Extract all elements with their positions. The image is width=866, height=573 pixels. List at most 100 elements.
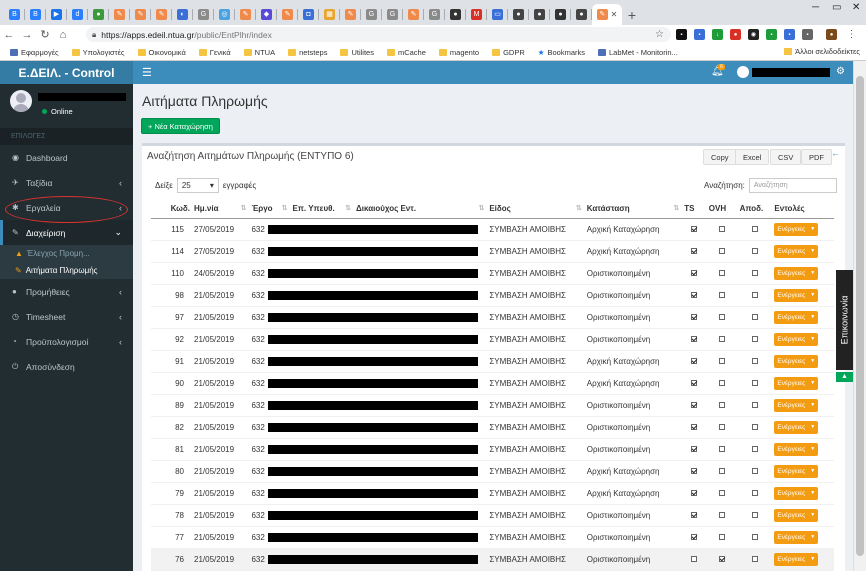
ts-checkbox[interactable] — [691, 336, 698, 343]
browser-tab[interactable]: G — [361, 4, 382, 25]
actions-button[interactable]: Ενέργειες ▼ — [774, 376, 819, 390]
gear-icon[interactable]: ⚙ — [836, 66, 845, 77]
browser-tab[interactable]: ▦ — [319, 4, 340, 25]
pdf-button[interactable]: PDF — [801, 149, 832, 165]
ovh-checkbox[interactable] — [719, 314, 726, 321]
table-row[interactable]: 78 21/05/2019 632 ΣΥΜΒΑΣΗ ΑΜΟΙΒΗΣ Οριστικοπο… — [151, 504, 834, 527]
browser-tab[interactable]: ● — [550, 4, 571, 25]
bookmark-item[interactable]: GDPR — [492, 48, 525, 57]
ts-checkbox[interactable] — [691, 512, 698, 519]
apod-checkbox[interactable] — [751, 292, 758, 299]
sort-icon[interactable]: ⇅ — [673, 204, 679, 212]
ts-checkbox[interactable] — [691, 358, 698, 365]
ts-checkbox[interactable] — [691, 402, 698, 409]
table-row[interactable]: 79 21/05/2019 632 ΣΥΜΒΑΣΗ ΑΜΟΙΒΗΣ Αρχική Κατ… — [151, 482, 834, 505]
browser-tab[interactable]: G — [382, 4, 403, 25]
extension-icon[interactable]: ▪ — [676, 29, 687, 40]
bookmark-item[interactable]: NTUA — [243, 48, 275, 57]
extension-icon[interactable]: ▪ — [766, 29, 777, 40]
ovh-checkbox[interactable] — [719, 490, 726, 497]
browser-tab[interactable]: ◘ — [298, 4, 319, 25]
bookmark-item[interactable]: Υπολογιστές — [71, 48, 125, 57]
browser-tab[interactable]: ▭ — [487, 4, 508, 25]
table-row[interactable]: 92 21/05/2019 632 ΣΥΜΒΑΣΗ ΑΜΟΙΒΗΣ Οριστικοπο… — [151, 328, 834, 351]
extension-icon[interactable]: ◉ — [748, 29, 759, 40]
page-length-select[interactable]: 25 ▾ — [176, 178, 219, 193]
ts-checkbox[interactable] — [691, 380, 698, 387]
browser-tab[interactable]: d — [67, 4, 88, 25]
ovh-checkbox[interactable] — [719, 424, 726, 431]
table-row[interactable]: 80 21/05/2019 632 ΣΥΜΒΑΣΗ ΑΜΟΙΒΗΣ Αρχική Κατ… — [151, 460, 834, 483]
table-row[interactable]: 76 21/05/2019 632 ΣΥΜΒΑΣΗ ΑΜΟΙΒΗΣ Οριστικοπο… — [151, 548, 834, 571]
apod-checkbox[interactable] — [751, 226, 758, 233]
bookmark-item[interactable]: Οικονομικά — [137, 48, 186, 57]
actions-button[interactable]: Ενέργειες ▼ — [774, 332, 819, 346]
column-header[interactable]: Κατάσταση ⇅ — [584, 199, 683, 219]
column-header[interactable]: Ημ.νία ⇅ — [192, 199, 250, 219]
bookmark-item[interactable]: netsteps — [288, 48, 327, 57]
sort-icon[interactable]: ⇅ — [345, 204, 351, 212]
bookmark-item[interactable]: Utilites — [340, 48, 374, 57]
sidebar-item-tag[interactable]: ● Προμήθειες ‹ — [0, 279, 133, 304]
browser-tab[interactable]: ✎ — [235, 4, 256, 25]
browser-tab[interactable]: ● — [88, 4, 109, 25]
reload-icon[interactable]: ↻ — [36, 28, 54, 41]
close-window-icon[interactable]: ✕ — [852, 2, 860, 13]
back-icon[interactable]: ← — [0, 29, 18, 41]
apod-checkbox[interactable] — [751, 556, 758, 563]
apod-checkbox[interactable] — [751, 248, 758, 255]
sidebar-item-plane[interactable]: ✈ Ταξίδια ‹ — [0, 170, 133, 195]
ovh-checkbox[interactable] — [719, 248, 726, 255]
ovh-checkbox[interactable] — [719, 468, 726, 475]
browser-tab[interactable]: ✎ — [277, 4, 298, 25]
actions-button[interactable]: Ενέργειες ▼ — [774, 464, 819, 478]
extension-icon[interactable]: ▪ — [802, 29, 813, 40]
browser-tab[interactable]: ✎ — [130, 4, 151, 25]
apod-checkbox[interactable] — [751, 402, 758, 409]
contact-side-tab[interactable]: Επικοινωνία ▲ — [836, 270, 853, 382]
user-name-redacted[interactable] — [752, 68, 830, 77]
other-bookmarks[interactable]: Άλλοι σελιδοδείκτες — [784, 47, 860, 56]
actions-button[interactable]: Ενέργειες ▼ — [774, 288, 819, 302]
ovh-checkbox[interactable] — [719, 226, 726, 233]
new-entry-button[interactable]: + Νέα Καταχώρηση — [141, 118, 220, 134]
apod-checkbox[interactable] — [751, 336, 758, 343]
bookmark-item[interactable]: Γενικά — [198, 48, 231, 57]
menu-dots-icon[interactable]: ⋮ — [846, 29, 857, 40]
table-row[interactable]: 82 21/05/2019 632 ΣΥΜΒΑΣΗ ΑΜΟΙΒΗΣ Οριστικοπο… — [151, 416, 834, 439]
browser-tab-active[interactable]: ✎ ✕ — [592, 4, 622, 25]
apod-checkbox[interactable] — [751, 358, 758, 365]
table-row[interactable]: 97 21/05/2019 632 ΣΥΜΒΑΣΗ ΑΜΟΙΒΗΣ Οριστικοπο… — [151, 306, 834, 329]
ovh-checkbox[interactable] — [719, 270, 726, 277]
bookmark-item[interactable]: LabMet - Monitorin... — [598, 48, 678, 57]
browser-tab[interactable]: B — [4, 4, 25, 25]
apod-checkbox[interactable] — [751, 314, 758, 321]
ovh-checkbox[interactable] — [719, 512, 726, 519]
actions-button[interactable]: Ενέργειες ▼ — [774, 266, 819, 280]
minimize-icon[interactable]: ─ — [812, 2, 819, 13]
browser-tab[interactable]: ● — [445, 4, 466, 25]
ts-checkbox[interactable] — [691, 270, 698, 277]
submenu-item[interactable]: ✎ Αιτήματα Πληρωμής — [0, 262, 133, 279]
ovh-checkbox[interactable] — [719, 534, 726, 541]
browser-tab[interactable]: ◎ — [214, 4, 235, 25]
table-row[interactable]: 114 27/05/2019 632 ΣΥΜΒΑΣΗ ΑΜΟΙΒΗΣ Αρχική Κα… — [151, 240, 834, 263]
browser-tab[interactable]: ◐ — [172, 4, 193, 25]
table-row[interactable]: 98 21/05/2019 632 ΣΥΜΒΑΣΗ ΑΜΟΙΒΗΣ Οριστικοπο… — [151, 284, 834, 307]
apod-checkbox[interactable] — [751, 490, 758, 497]
sort-icon[interactable]: ⇅ — [478, 204, 484, 212]
ts-checkbox[interactable] — [691, 248, 698, 255]
ts-checkbox[interactable] — [691, 292, 698, 299]
ovh-checkbox[interactable] — [719, 292, 726, 299]
ovh-checkbox[interactable] — [719, 380, 726, 387]
search-input[interactable]: Αναζήτηση — [748, 178, 837, 193]
browser-tab[interactable]: ● — [571, 4, 592, 25]
column-header[interactable]: Δικαιούχος Εντ. ⇅ — [354, 199, 488, 219]
column-header[interactable]: Αποδ. — [737, 199, 773, 219]
ts-checkbox[interactable] — [691, 556, 698, 563]
actions-button[interactable]: Ενέργειες ▼ — [774, 244, 819, 258]
extension-icon[interactable]: ▪ — [784, 29, 795, 40]
apod-checkbox[interactable] — [751, 424, 758, 431]
browser-tab[interactable]: ● — [508, 4, 529, 25]
browser-tab[interactable]: ✎ — [403, 4, 424, 25]
